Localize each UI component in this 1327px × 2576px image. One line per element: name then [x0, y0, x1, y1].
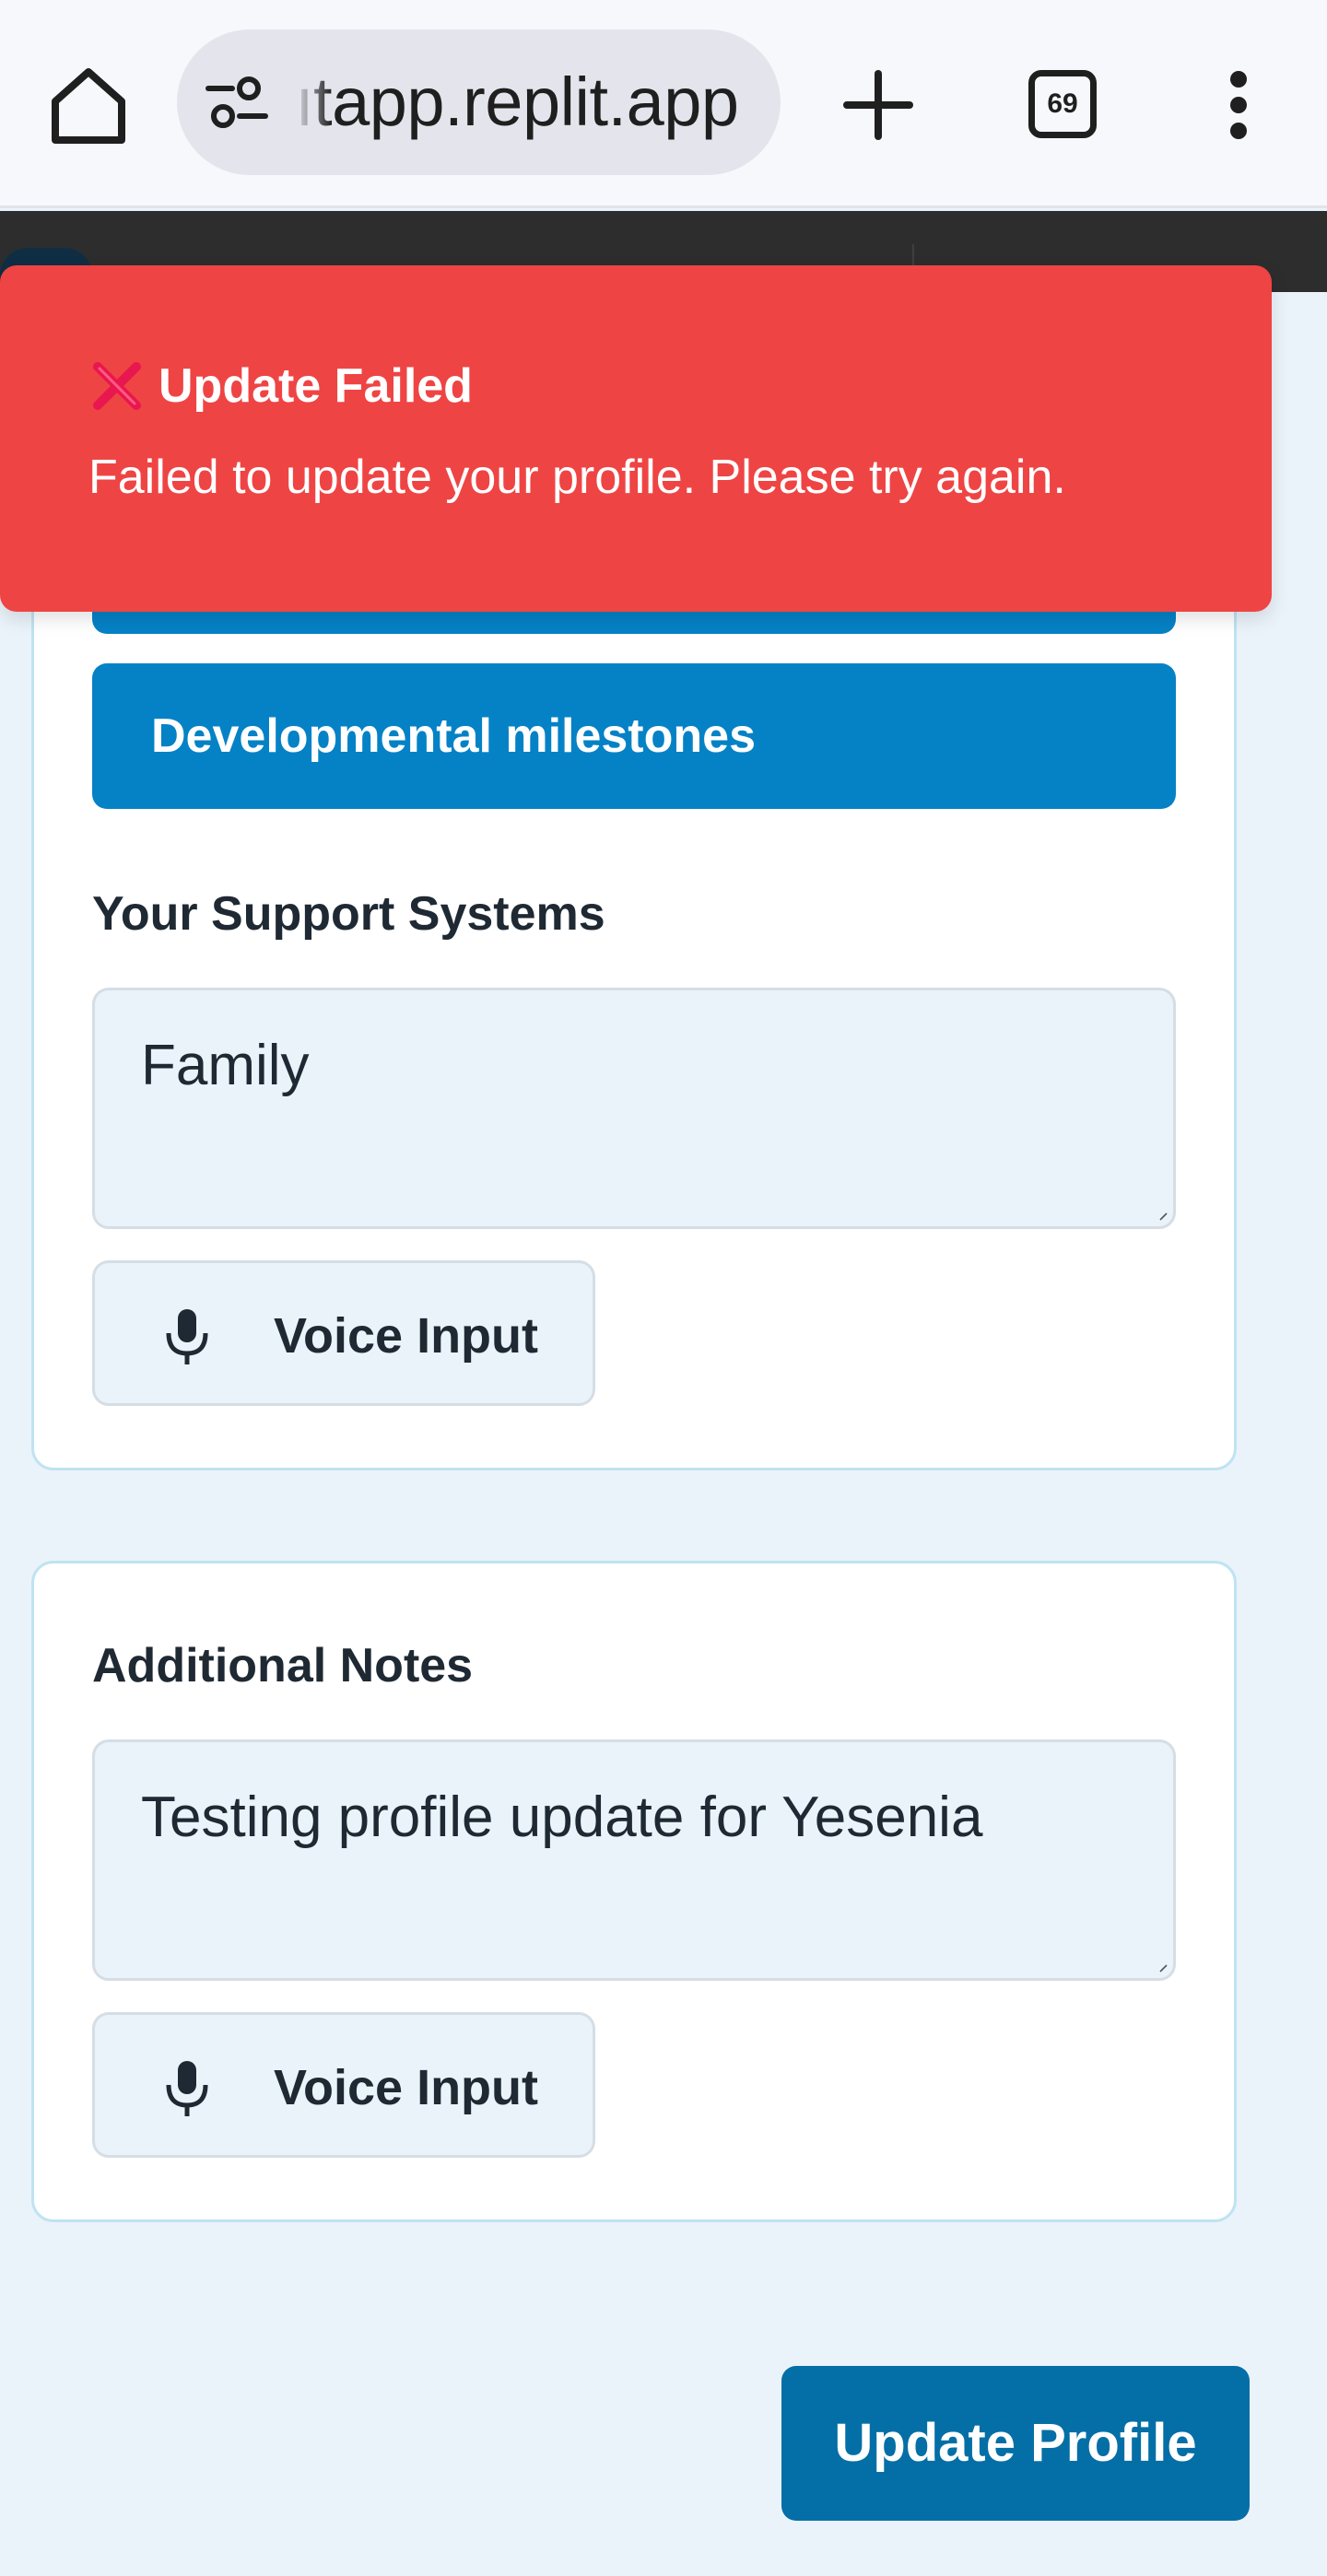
browser-toolbar: ıtapp.replit.app 69: [0, 0, 1327, 208]
url-fade: [286, 29, 332, 175]
voice-input-label: Voice Input: [274, 2060, 539, 2115]
plus-icon[interactable]: [839, 61, 918, 149]
additional-notes-label: Additional Notes: [92, 1639, 474, 1692]
tab-switcher-button[interactable]: 69: [1028, 70, 1097, 138]
home-icon[interactable]: [44, 61, 133, 149]
cross-mark-icon: [93, 362, 141, 410]
error-toast[interactable]: Update Failed Failed to update your prof…: [0, 265, 1272, 612]
more-vert-icon[interactable]: [1213, 61, 1264, 149]
support-systems-textarea[interactable]: Family: [92, 988, 1176, 1229]
update-profile-button[interactable]: Update Profile: [781, 2366, 1250, 2521]
support-systems-label: Your Support Systems: [92, 887, 605, 941]
topic-button-developmental-milestones[interactable]: Developmental milestones: [92, 663, 1176, 809]
url-text[interactable]: ıtapp.replit.app: [295, 29, 739, 175]
voice-input-label: Voice Input: [274, 1308, 539, 1364]
tab-count: 69: [1047, 88, 1078, 119]
toast-title-row: Update Failed: [88, 354, 473, 418]
mic-icon: [166, 1309, 208, 1364]
resize-grip-icon[interactable]: [1158, 1212, 1168, 1221]
additional-notes-value: Testing profile update for Yesenia: [141, 1786, 983, 1849]
resize-grip-icon[interactable]: [1158, 1963, 1168, 1973]
toast-message: Failed to update your profile. Please tr…: [88, 451, 1066, 504]
additional-notes-textarea[interactable]: Testing profile update for Yesenia: [92, 1739, 1176, 1981]
address-bar[interactable]: ıtapp.replit.app: [177, 29, 781, 175]
tune-icon[interactable]: [205, 76, 269, 131]
voice-input-button[interactable]: Voice Input: [92, 2012, 595, 2158]
toast-title: Update Failed: [159, 359, 473, 413]
voice-input-button[interactable]: Voice Input: [92, 1260, 595, 1406]
mic-icon: [166, 2061, 208, 2116]
support-systems-value: Family: [141, 1034, 310, 1097]
